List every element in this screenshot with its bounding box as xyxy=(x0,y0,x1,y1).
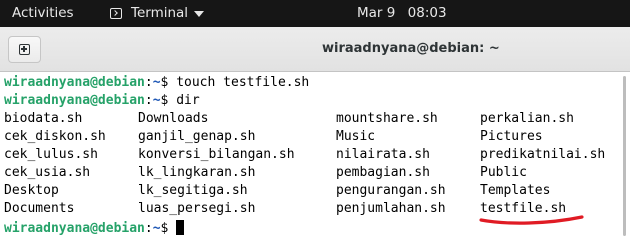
dir-entry: Pictures xyxy=(480,129,543,144)
prompt-user: wiraadnyana@debian xyxy=(4,93,145,108)
prompt-path: ~ xyxy=(152,75,161,90)
app-menu-label: Terminal xyxy=(131,5,189,21)
new-tab-icon xyxy=(19,44,30,55)
clock-button[interactable]: Mar 9 08:03 xyxy=(357,5,447,21)
dir-entry: konversi_bilangan.sh xyxy=(138,147,295,162)
command-text: touch testfile.sh xyxy=(168,75,310,90)
dir-entry: lk_lingkaran.sh xyxy=(138,165,256,180)
dir-entry: Templates xyxy=(480,183,551,198)
dir-entry: ganjil_genap.sh xyxy=(138,129,256,144)
dir-entry: Public xyxy=(480,165,527,180)
dir-entry: cek_diskon.sh xyxy=(4,129,106,144)
dir-entry: pembagian.sh xyxy=(336,165,430,180)
prompt-separator: : xyxy=(144,75,153,90)
dir-entry: penjumlahan.sh xyxy=(336,201,446,216)
dir-entry: Desktop xyxy=(4,183,59,198)
activities-button[interactable]: Activities xyxy=(12,5,74,21)
prompt-user: wiraadnyana@debian xyxy=(4,75,145,90)
terminal-icon xyxy=(110,7,122,19)
new-tab-button[interactable] xyxy=(8,36,41,63)
dir-entry: Music xyxy=(336,129,376,144)
prompt-user: wiraadnyana@debian xyxy=(4,221,145,236)
terminal-line: wiraadnyana@debian:~$ xyxy=(4,220,185,238)
dir-entry: Documents xyxy=(4,201,75,216)
dir-entry: Downloads xyxy=(138,111,209,126)
terminal-line: wiraadnyana@debian:~$ dir xyxy=(4,92,200,110)
prompt-separator: : xyxy=(144,93,153,108)
dir-entry: cek_usia.sh xyxy=(4,165,91,180)
window-header-bar: wiraadnyana@debian: ~ xyxy=(0,27,630,72)
dir-entry: predikatnilai.sh xyxy=(480,147,606,162)
dir-entry: nilairata.sh xyxy=(336,147,430,162)
window-title: wiraadnyana@debian: ~ xyxy=(322,41,500,56)
clock-time: 08:03 xyxy=(407,5,447,21)
dir-entry: pengurangan.sh xyxy=(336,183,446,198)
dir-entry: luas_persegi.sh xyxy=(138,201,256,216)
prompt-path: ~ xyxy=(152,221,161,236)
text-cursor xyxy=(176,220,185,235)
terminal-scrollbar[interactable] xyxy=(622,76,628,236)
dir-entry: biodata.sh xyxy=(4,111,83,126)
dir-entry: mountshare.sh xyxy=(336,111,438,126)
clock-date: Mar 9 xyxy=(357,5,396,21)
prompt-path: ~ xyxy=(152,93,161,108)
red-underline-annotation xyxy=(479,215,584,225)
command-text: dir xyxy=(168,93,200,108)
command-text xyxy=(168,221,176,236)
app-menu-button[interactable]: Terminal xyxy=(110,5,205,21)
chevron-down-icon xyxy=(194,10,205,17)
dir-entry: lk_segitiga.sh xyxy=(138,183,248,198)
dir-entry: cek_lulus.sh xyxy=(4,147,98,162)
dir-entry: perkalian.sh xyxy=(480,111,574,126)
terminal-line: wiraadnyana@debian:~$ touch testfile.sh xyxy=(4,74,309,92)
gnome-top-bar: Activities Terminal Mar 9 08:03 xyxy=(0,0,630,27)
prompt-separator: : xyxy=(144,221,153,236)
